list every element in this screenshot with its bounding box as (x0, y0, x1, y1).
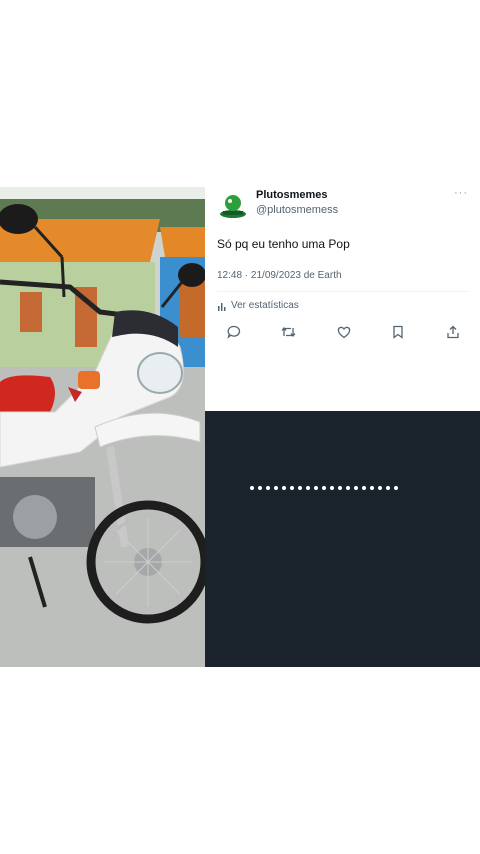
dot (394, 486, 398, 490)
motorcycle-photo (0, 187, 205, 667)
share-icon (447, 325, 459, 339)
view-stats-link[interactable]: Ver estatísticas (217, 300, 299, 311)
avatar[interactable] (217, 190, 249, 222)
dot (306, 486, 310, 490)
dot (322, 486, 326, 490)
dot (266, 486, 270, 490)
divider (217, 291, 468, 292)
dot (386, 486, 390, 490)
tweet-timestamp[interactable]: 12:48 · 21/09/2023 de Earth (217, 270, 342, 281)
view-stats-label: Ver estatísticas (231, 300, 299, 311)
dot (338, 486, 342, 490)
dot (314, 486, 318, 490)
dot (362, 486, 366, 490)
retweet-icon (281, 326, 296, 338)
user-handle[interactable]: @plutosmemess (256, 204, 338, 216)
share-button[interactable] (444, 323, 462, 341)
reply-icon (227, 325, 241, 339)
bookmark-icon (393, 325, 403, 339)
dot (330, 486, 334, 490)
dot (258, 486, 262, 490)
dot (354, 486, 358, 490)
dot (298, 486, 302, 490)
like-icon (337, 326, 350, 339)
bar-chart-icon (218, 302, 226, 311)
reply-button[interactable] (225, 323, 243, 341)
display-name[interactable]: Plutosmemes (256, 189, 328, 201)
dot (290, 486, 294, 490)
dot (370, 486, 374, 490)
tweet-card: Plutosmemes @plutosmemess ··· Só pq eu t… (205, 187, 480, 411)
dot (250, 486, 254, 490)
dark-panel (205, 411, 480, 667)
dot (378, 486, 382, 490)
tweet-text: Só pq eu tenho uma Pop (217, 237, 350, 251)
loading-dots (250, 486, 398, 490)
dot (346, 486, 350, 490)
more-horizontal-icon[interactable]: ··· (454, 187, 468, 199)
tweet-actions (225, 323, 462, 341)
bookmark-button[interactable] (389, 323, 407, 341)
retweet-button[interactable] (280, 323, 298, 341)
dot (282, 486, 286, 490)
dot (274, 486, 278, 490)
like-button[interactable] (335, 323, 353, 341)
